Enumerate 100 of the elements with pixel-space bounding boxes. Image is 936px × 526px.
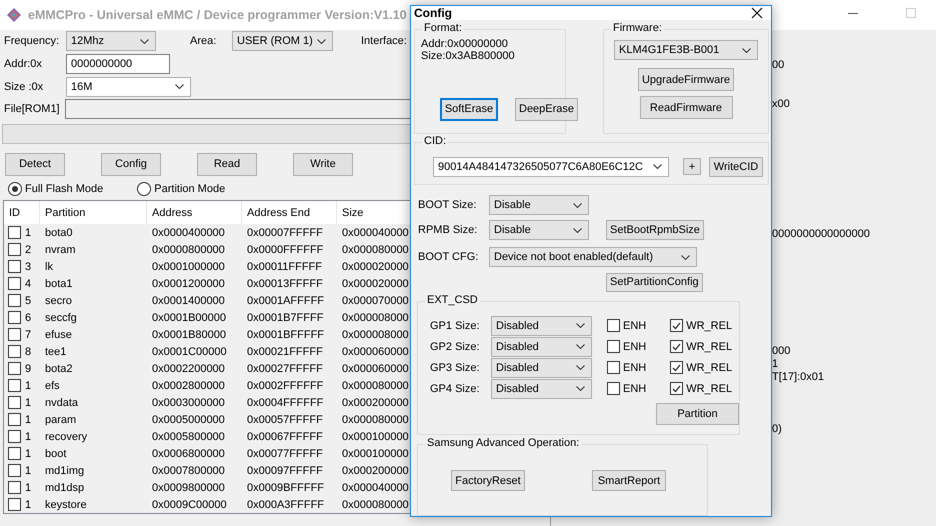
action-button[interactable]: Write — [293, 152, 353, 176]
table-cell: 1 — [25, 414, 32, 426]
boot-size-dropdown[interactable]: Disable — [489, 195, 589, 215]
add-button[interactable]: + — [683, 158, 701, 175]
table-cell-text: 0x000080000 — [341, 498, 410, 510]
column-header[interactable]: Address — [147, 201, 242, 224]
group-label: EXT_CSD — [425, 294, 480, 306]
table-cell-text: 0x000060000 — [341, 362, 410, 374]
checkbox[interactable] — [670, 382, 684, 395]
caret-icon — [742, 48, 751, 52]
caret-icon — [653, 164, 662, 169]
action-button[interactable]: Detect — [5, 152, 65, 176]
gp-size-dropdown[interactable]: Disabled — [491, 358, 592, 378]
checkbox[interactable] — [607, 382, 620, 395]
checkbox[interactable] — [8, 294, 21, 307]
firmware-button[interactable]: ReadFirmware — [640, 96, 732, 119]
size-dropdown[interactable]: 16M — [66, 76, 191, 96]
partition-button[interactable]: Partition — [656, 403, 739, 425]
column-header[interactable]: Address End — [242, 201, 337, 224]
checkbox[interactable] — [607, 361, 620, 374]
table-cell-text: 0x00007FFFFF — [246, 226, 324, 238]
checkbox[interactable] — [8, 311, 21, 324]
table-cell-text: 0x00027FFFFF — [246, 362, 324, 374]
file-label: File[ROM1] — [4, 103, 61, 115]
checkbox[interactable] — [8, 226, 21, 239]
firmware-button[interactable]: UpgradeFirmware — [638, 68, 734, 91]
table-cell-text: 0x0009800000 — [151, 482, 226, 494]
set-partition-config-button[interactable]: SetPartitionConfig — [606, 272, 703, 292]
table-cell-text: 0x000040000 — [341, 482, 410, 494]
caret-icon — [576, 365, 585, 370]
table-cell-text: md1dsp — [44, 482, 86, 494]
rpmb-size-dropdown[interactable]: Disable — [489, 220, 589, 240]
gp-size-label: GP4 Size: — [430, 382, 481, 394]
caret-icon — [573, 202, 582, 208]
table-cell-text: 0x0001AFFFFF — [246, 294, 326, 306]
checkbox[interactable] — [8, 430, 21, 443]
table-cell-text: 0x000080000 — [341, 380, 410, 392]
checkbox[interactable] — [8, 260, 21, 273]
checkbox[interactable] — [8, 396, 21, 409]
table-cell-text: 0x000060000 — [341, 346, 410, 358]
checkbox[interactable] — [607, 319, 620, 332]
checkbox[interactable] — [607, 340, 620, 353]
checkbox[interactable] — [670, 319, 684, 332]
address-field[interactable]: 0000000000 — [66, 54, 170, 74]
checkbox[interactable] — [670, 340, 684, 353]
radio-button[interactable] — [8, 182, 22, 196]
table-cell-text: 0x0001B80000 — [151, 328, 228, 340]
gp-size-dropdown[interactable]: Disabled — [491, 378, 592, 398]
table-cell-text: 0x0001200000 — [151, 278, 226, 290]
column-header[interactable]: ID — [4, 201, 40, 224]
checkbox[interactable] — [8, 277, 21, 290]
radio-button[interactable] — [137, 182, 152, 196]
samsung-button[interactable]: FactoryReset — [451, 470, 525, 491]
checkbox[interactable] — [8, 362, 21, 375]
table-cell-text: md1img — [44, 464, 86, 476]
table-cell-text: secro — [44, 294, 73, 306]
gp-size-dropdown[interactable]: Disabled — [491, 316, 592, 336]
samsung-button[interactable]: SmartReport — [592, 470, 666, 491]
boot-cfg-dropdown[interactable]: Device not boot enabled(default) — [489, 247, 697, 267]
gp-size-dropdown[interactable]: Disabled — [491, 336, 592, 356]
interface-label: Interface: — [361, 35, 407, 47]
checkbox[interactable] — [8, 464, 21, 477]
table-cell-text: 0x0005000000 — [151, 414, 226, 426]
checkbox[interactable] — [8, 243, 21, 256]
write-cid-button[interactable]: WriteCID — [709, 156, 763, 176]
action-button[interactable]: Read — [197, 152, 257, 176]
checkbox[interactable] — [8, 481, 21, 494]
firmware-dropdown[interactable]: KLM4G1FE3B-B001 — [614, 40, 758, 60]
table-cell-text: 0x0000800000 — [151, 244, 226, 256]
checkbox[interactable] — [8, 447, 21, 460]
area-dropdown[interactable]: USER (ROM 1) — [232, 31, 333, 51]
action-button[interactable]: Config — [101, 152, 161, 176]
close-icon[interactable] — [751, 7, 763, 19]
group-label: Firmware: — [611, 22, 664, 34]
table-cell-text: 0x000070000 — [341, 294, 410, 306]
set-boot-rpmb-button[interactable]: SetBootRpmbSize — [606, 220, 704, 240]
table-cell-text: 0x0001C00000 — [151, 346, 228, 358]
table-cell-text: 0x00013FFFFF — [246, 278, 324, 290]
checkbox[interactable] — [8, 345, 21, 358]
app-logo-icon — [6, 7, 22, 23]
cid-dropdown[interactable]: 90014A484147326505077C6A80E6C12C — [433, 156, 669, 176]
column-header[interactable]: Partition — [40, 201, 147, 224]
table-cell-text: bota2 — [44, 362, 74, 374]
checkbox[interactable] — [8, 413, 21, 426]
checkbox[interactable] — [670, 361, 684, 374]
checkbox[interactable] — [8, 328, 21, 341]
erase-button[interactable]: SoftErase — [440, 98, 498, 120]
caret-icon — [681, 254, 690, 260]
table-cell-text: 0x0001000000 — [151, 260, 226, 272]
checkbox[interactable] — [8, 379, 21, 392]
table-cell-text: 0x00067FFFFF — [246, 430, 324, 442]
table-cell-text: 0x000200000 — [341, 464, 410, 476]
table-cell-text: 0x000080000 — [341, 244, 410, 256]
option-label: ENH — [623, 362, 646, 374]
erase-button[interactable]: DeepErase — [515, 98, 578, 120]
frequency-dropdown[interactable]: 12Mhz — [66, 31, 156, 51]
table-cell: 4 — [25, 278, 32, 290]
table-cell-text: nvdata — [44, 396, 80, 408]
table-cell: 1 — [25, 482, 32, 494]
checkbox[interactable] — [8, 498, 21, 511]
